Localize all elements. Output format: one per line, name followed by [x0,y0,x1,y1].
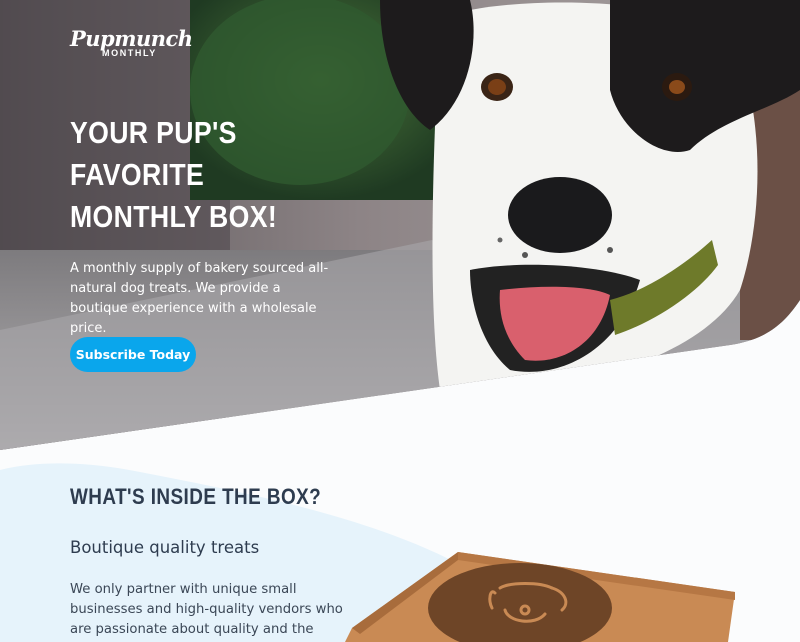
section-subtitle: Boutique quality treats [70,538,260,557]
section-title: WHAT'S INSIDE THE BOX? [70,484,322,509]
headline-line-1: YOUR PUP'S [70,115,237,150]
hero-section: Pupmunch MONTHLY YOUR PUP'S FAVORITE MON… [0,0,800,460]
hero-headline: YOUR PUP'S FAVORITE MONTHLY BOX! [70,112,294,238]
hero-description: A monthly supply of bakery sourced all-n… [70,261,329,336]
brand-logo[interactable]: Pupmunch MONTHLY [70,26,193,59]
headline-line-3: MONTHLY BOX! [70,199,278,234]
brand-name: Pupmunch [70,26,193,51]
subscription-box-illustration [345,552,735,642]
headline-line-2: FAVORITE [70,157,205,192]
section-body: We only partner with unique small busine… [70,582,343,637]
subscribe-button[interactable]: Subscribe Today [70,337,196,372]
